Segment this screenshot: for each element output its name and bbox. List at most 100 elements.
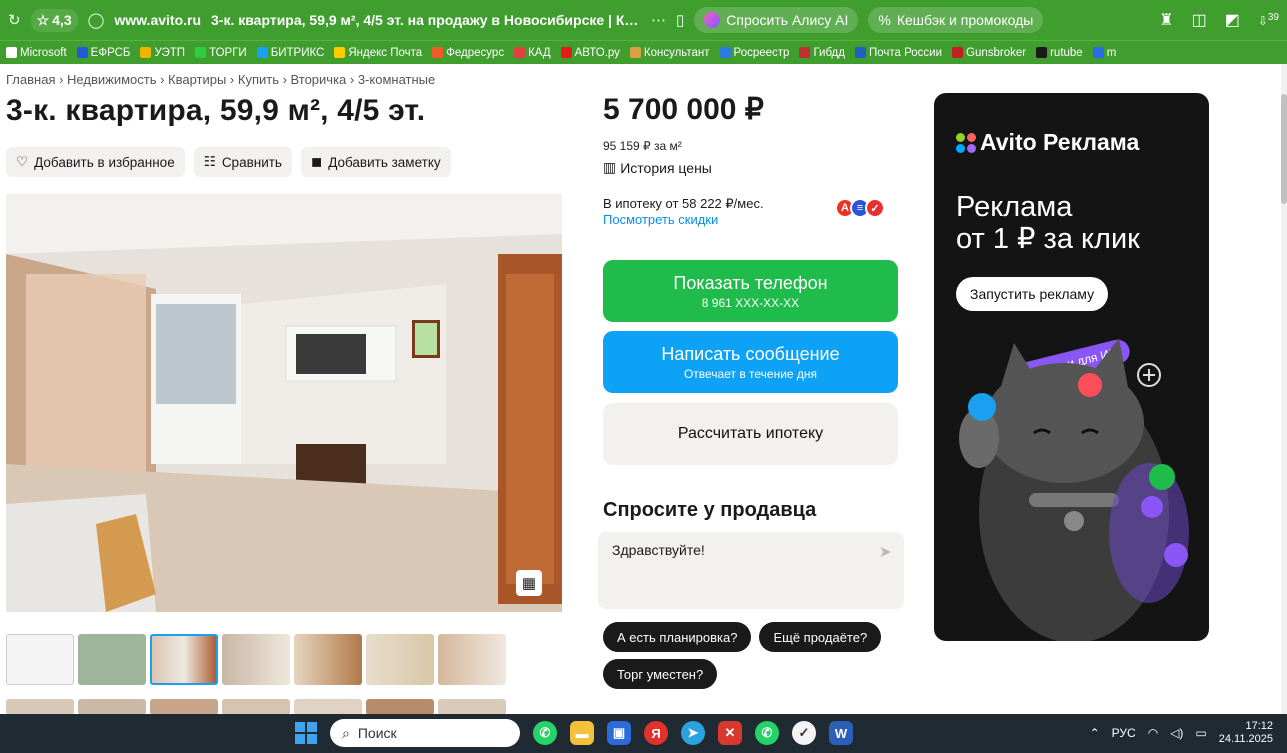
thumbnail-selected[interactable] [150,634,218,685]
thumbnail[interactable] [78,699,146,715]
telegram-icon[interactable]: ➤ [681,721,705,745]
battery-icon[interactable]: ▭ [1195,726,1206,740]
bookmark-item[interactable]: Федресурс [432,47,504,59]
alice-icon [704,12,721,28]
bookmark-item[interactable]: Яндекс Почта [334,47,422,59]
ask-alice-button[interactable]: Спросить Алису AI [694,7,859,33]
bookmark-label: ТОРГИ [209,46,247,59]
chevron-up-icon[interactable]: ⌃ [1090,726,1100,740]
bookmark-icon [952,47,963,58]
calculate-mortgage-label: Рассчитать ипотеку [677,425,824,442]
thumbnail[interactable] [6,699,74,715]
language-indicator[interactable]: РУС [1112,726,1136,740]
address-bar-url[interactable]: www.avito.ru [114,12,201,28]
thumbnail[interactable] [366,634,434,685]
shield-icon[interactable]: ◯ [88,11,105,29]
quick-question-chip[interactable]: А есть планировка? [603,622,752,652]
breadcrumb[interactable]: Главная › Недвижимость › Квартиры › Купи… [6,72,435,87]
photo-thumbnails [6,634,506,685]
thumbnail[interactable] [222,699,290,715]
wifi-icon[interactable]: ◠ [1148,726,1158,740]
file-explorer-icon[interactable]: ▬ [570,721,594,745]
bookmark-label: Почта России [868,46,942,59]
page-tab-title: 3-к. квартира, 59,9 м², 4/5 эт. на прода… [211,12,642,28]
more-icon[interactable]: ⋯ [651,11,666,29]
bookmark-label: АВТО.ру [574,46,620,59]
bookmark-item[interactable]: БИТРИКС [256,47,324,59]
floorplan-icon[interactable]: ▦ [516,570,542,596]
show-phone-button[interactable]: Показать телефон 8 961 XXX-XX-XX [603,260,898,322]
pdf-app-icon[interactable]: ✕ [718,721,742,745]
compare-button[interactable]: ☷ Сравнить [193,147,292,177]
bookmark-item[interactable]: Росреестр [719,47,789,59]
phone-preview: 8 961 XXX-XX-XX [701,295,800,310]
bookmark-item[interactable]: ЕФРСБ [76,47,130,59]
apartment-photo [6,194,562,612]
send-icon[interactable]: ➤ [879,542,892,562]
thumbnail[interactable] [150,699,218,715]
star-icon: ☆ [36,11,50,28]
ask-seller-input[interactable]: Здравствуйте! ➤ [598,532,904,609]
price-history-link[interactable]: ▥ История цены [603,159,712,176]
thumbnail[interactable] [222,634,290,685]
thumbnail[interactable] [294,634,362,685]
bookmark-item[interactable]: m [1092,47,1116,59]
thumbnail[interactable] [6,634,74,685]
bookmark-item[interactable]: rutube [1036,47,1083,59]
thumbnail[interactable] [78,634,146,685]
whatsapp-business-icon[interactable]: ✆ [755,721,779,745]
bookmark-icon [1092,47,1104,58]
extension-icon[interactable]: ♜ [1159,10,1173,30]
page-scrollbar[interactable] [1281,64,1287,714]
whatsapp-icon[interactable]: ✆ [533,721,557,745]
collections-icon[interactable]: ◫ [1192,10,1207,30]
bookmark-item[interactable]: Гибдд [799,47,845,59]
bookmark-item[interactable]: КАД [514,47,551,59]
taskbar-search[interactable]: ⌕ Поиск [330,719,520,747]
mortgage-info: В ипотеку от 58 222 ₽/мес. Посмотреть ск… [603,196,764,228]
quick-question-chip[interactable]: Торг уместен? [603,659,718,689]
bookmark-icon [334,47,346,58]
volume-icon[interactable]: ◁) [1170,726,1183,740]
discounts-link[interactable]: Посмотреть скидки [603,212,764,228]
ask-seller-text: Здравствуйте! [612,542,705,558]
calculate-mortgage-button[interactable]: Рассчитать ипотеку [603,403,898,465]
bookmark-item[interactable]: Почта России [854,46,942,59]
bookmark-label: Консультант [643,46,710,59]
clock[interactable]: 17:12 24.11.2025 [1219,720,1273,746]
reload-icon[interactable]: ↻ [8,11,21,29]
response-time: Отвечает в течение дня [683,366,818,381]
write-message-button[interactable]: Написать сообщение Отвечает в течение дн… [603,331,898,393]
windows-start-icon[interactable] [295,722,317,744]
profile-icon[interactable]: ◩ [1225,10,1240,30]
thumbnail[interactable] [438,634,506,685]
yandex-browser-icon[interactable]: Я [644,721,668,745]
quick-question-chip[interactable]: Ещё продаёте? [759,622,882,652]
bookmark-item[interactable]: УЭТП [140,47,185,59]
quick-questions: А есть планировка? Ещё продаёте? Торг ум… [603,622,913,689]
clock-date: 24.11.2025 [1218,733,1273,745]
bookmark-icon [629,47,641,58]
word-icon[interactable]: W [829,721,853,745]
bookmark-item[interactable]: Gunsbroker [952,47,1026,59]
bookmark-item[interactable]: Консультант [629,46,710,59]
cashback-button[interactable]: % Кешбэк и промокоды [868,7,1044,33]
downloads-icon[interactable]: ⇩39 [1258,12,1279,28]
thumbnail[interactable] [294,699,362,715]
store-icon[interactable]: ▣ [607,721,631,745]
scrollbar-thumb[interactable] [1281,94,1287,204]
windows-taskbar: ⌕ Поиск ✆ ▬ ▣ Я ➤ ✕ ✆ ✓ W ⌃ РУС ◠ ◁) ▭ 17… [0,714,1287,753]
thumbnail[interactable] [366,699,434,715]
add-note-button[interactable]: ◼ Добавить заметку [300,147,451,177]
main-photo[interactable]: ▦ [6,194,562,612]
bookmark-item[interactable]: АВТО.ру [560,46,620,59]
browser-extensions: ♜ ◫ ◩ ⇩39 [1159,10,1279,30]
avito-ad-banner[interactable]: Avito Реклама Реклама от 1 ₽ за клик Зап… [934,93,1209,641]
bookmark-item[interactable]: Microsoft [6,47,67,59]
messenger-app-icon[interactable]: ✓ [792,721,816,745]
site-rating[interactable]: ☆ 4,3 [30,8,78,32]
bookmark-icon[interactable]: ▯ [676,11,684,29]
thumbnail[interactable] [438,699,506,715]
bookmark-item[interactable]: ТОРГИ [195,47,247,59]
add-to-favorites-button[interactable]: ♡ Добавить в избранное [6,147,185,177]
